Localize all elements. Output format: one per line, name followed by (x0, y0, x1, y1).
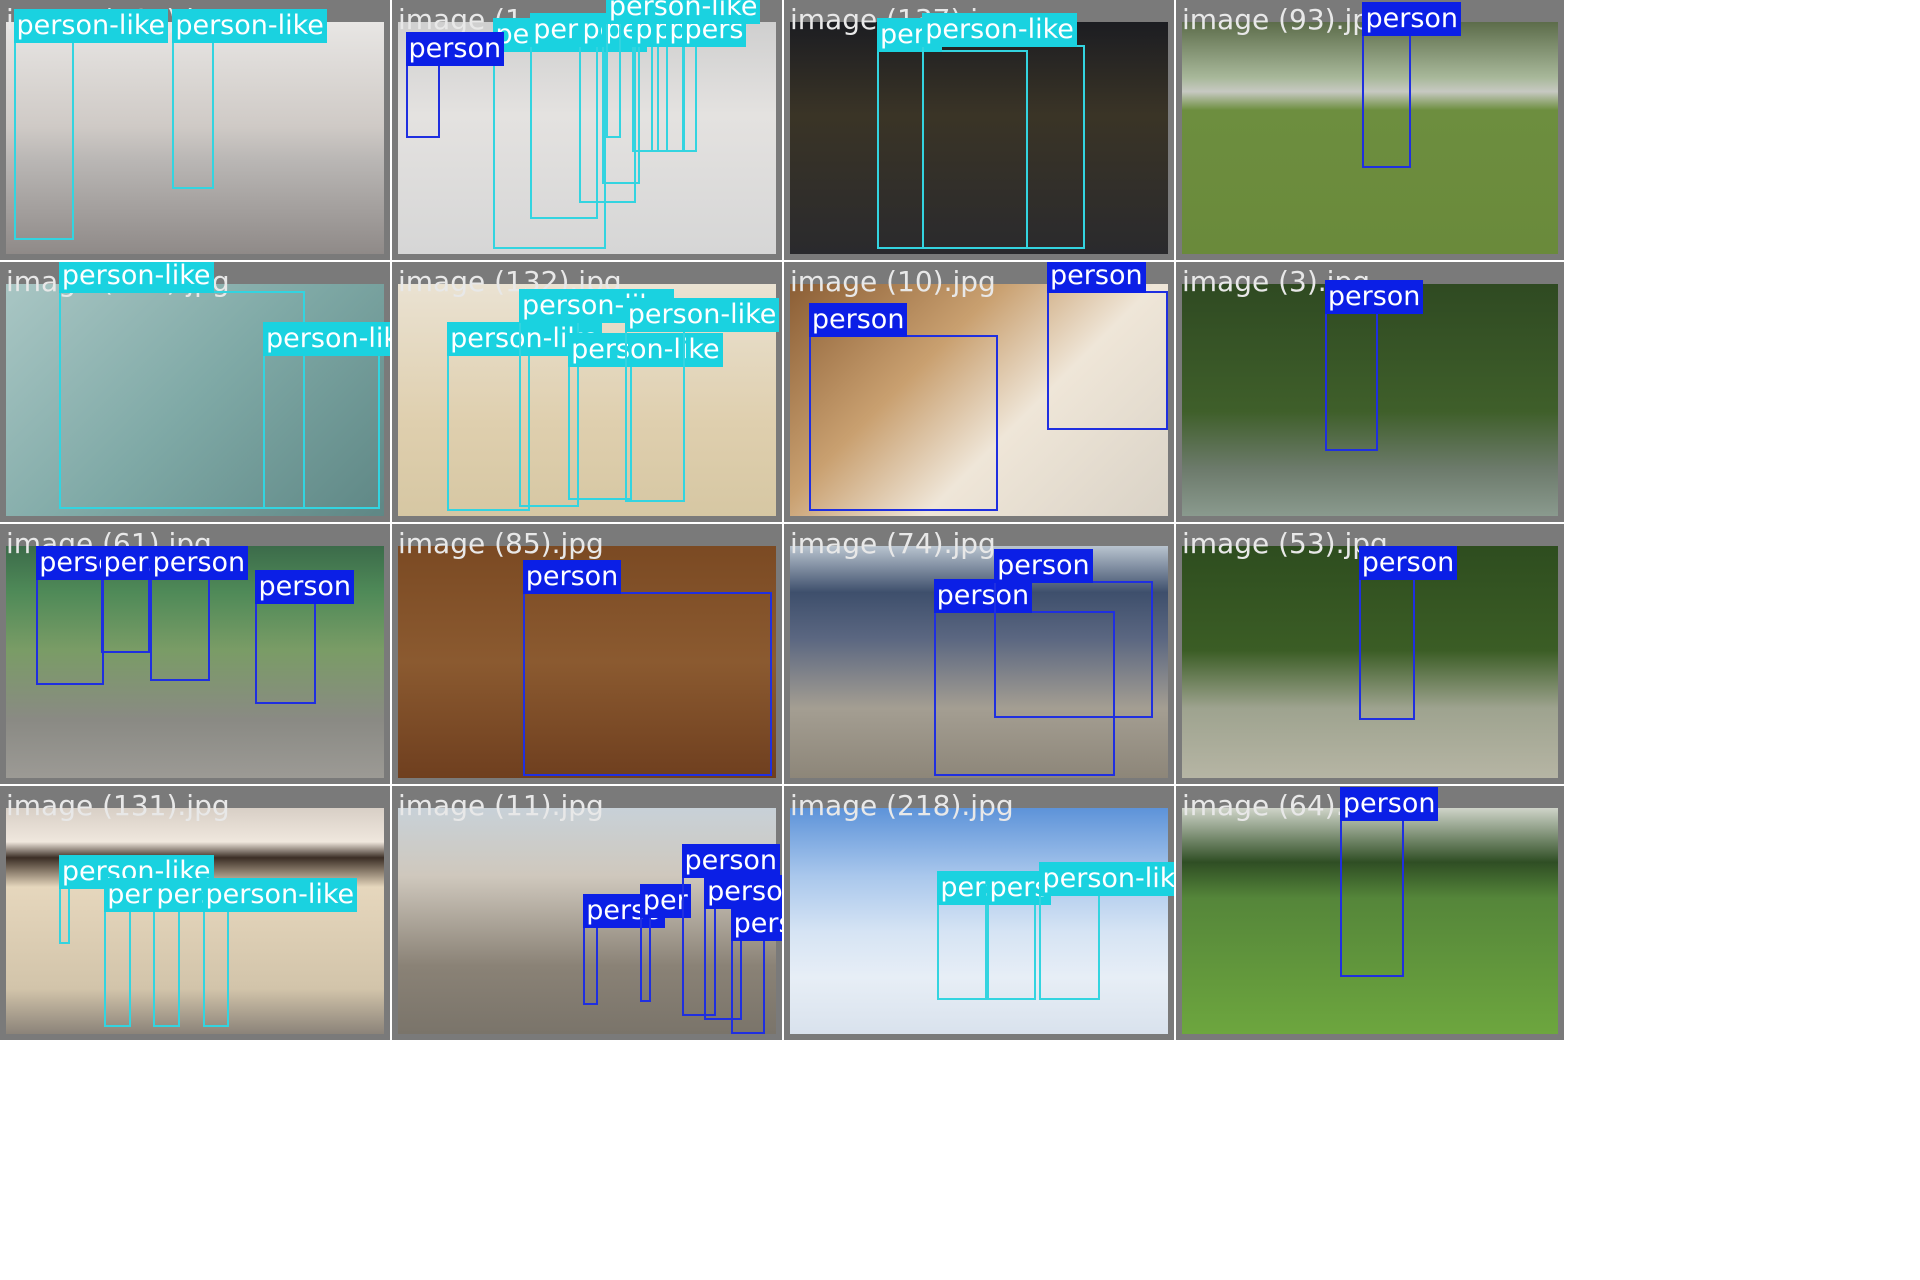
person-like-detection-box: pers (681, 13, 747, 152)
filename-label: image (11).jpg (398, 789, 604, 822)
detection-label: person (730, 907, 782, 942)
filename-label: image (93).jpg (1182, 3, 1388, 36)
grid-tile: image (113).jpgperson-likeperson-like (0, 262, 390, 522)
grid-tile: image (1person-likeperson-likepersoperso… (392, 0, 782, 260)
grid-tile: image (164).jpgperson-likeperson-like (0, 0, 390, 260)
grid-tile: image (132).jpg person-like person-like per… (392, 262, 782, 522)
detection-label: person-like (58, 262, 214, 293)
person-like-detection-box: person-like (568, 333, 723, 500)
person-detection-box: person (1362, 1, 1462, 169)
detection-label: person (1358, 546, 1458, 581)
detection-label: person (808, 303, 908, 338)
filename-label: image (74).jpg (790, 527, 996, 560)
detection-label: person (1339, 787, 1439, 822)
detection-label: person-like (624, 298, 780, 333)
grid-tile: image (137).jpgpersperson-like (784, 0, 1174, 260)
person-detection-box: person (522, 560, 773, 776)
filename-label: image (85).jpg (398, 527, 604, 560)
detection-label: person (255, 569, 355, 604)
detection-label: person-like (1039, 861, 1174, 896)
detection-label: person (522, 560, 622, 595)
person-like-detection-box: person-like (447, 321, 602, 512)
person-like-detection-box: person-like (202, 877, 358, 1028)
person-like-detection-box: person-like (153, 877, 308, 1028)
detection-label: person-like (202, 877, 358, 912)
person-detection-box: person (255, 569, 355, 704)
person-like-detection-box: person-like (624, 298, 780, 503)
grid-tile: image (64).jpg person (1176, 786, 1564, 1040)
person-like-detection-box: person-like (922, 13, 1085, 250)
grid-tile: image (93).jpg person (1176, 0, 1564, 260)
person-like-detection-box: pers (986, 870, 1052, 1001)
filename-label: image (53).jpg (1182, 527, 1388, 560)
person-detection-box: person (1324, 279, 1424, 452)
person-detection-box: person (1339, 787, 1439, 978)
detection-label: person (704, 875, 782, 910)
person-detection-box: person (994, 548, 1153, 718)
detection-label: person-like (605, 0, 761, 24)
detection-label: person (1362, 1, 1462, 36)
filename-label: image (10).jpg (790, 265, 996, 298)
person-detection-box: person (405, 31, 505, 138)
detection-label: person-like (172, 8, 327, 43)
person-like-detection-box: person-like (1039, 861, 1174, 1001)
image-grid: image (164).jpgperson-likeperson-likeima… (0, 0, 1920, 1280)
detection-label: person-like (13, 8, 169, 43)
filename-label: image (131).jpg (6, 789, 230, 822)
grid-tile: image (3).jpg person (1176, 262, 1564, 522)
person-like-detection-box: person-like (58, 855, 214, 944)
person-detection-box: per (639, 884, 691, 1003)
grid-tile: image (85).jpg person (392, 524, 782, 784)
person-detection-box: perso (583, 893, 665, 1005)
person-like-detection-box: person-like (104, 877, 259, 1028)
person-like-detection-box: person-like (605, 0, 761, 138)
detection-label: person (994, 548, 1093, 583)
person-like-detection-box: person-like (263, 321, 390, 510)
person-like-detection-box: pers (937, 870, 1003, 1001)
grid-tile: image (74).jpg person person (784, 524, 1174, 784)
detection-label: person (1047, 262, 1146, 293)
grid-tile: image (53).jpg person (1176, 524, 1564, 784)
person-like-detection-box: person-like (172, 8, 327, 190)
grid-tile: image (10).jpg person person (784, 262, 1174, 522)
grid-tile: image (218).jpgperspersperson-like (784, 786, 1174, 1040)
person-detection-box: person (1047, 262, 1168, 431)
detection-label: person (1324, 279, 1424, 314)
detection-label: person-like (263, 321, 390, 356)
grid-tile: image (61).jpgpersonpersonpersonperson (0, 524, 390, 784)
person-detection-box: person (149, 546, 249, 681)
detection-label: person-like (922, 13, 1077, 48)
detection-label: person (681, 843, 781, 878)
detection-label: person (149, 546, 249, 581)
grid-tile: image (11).jpgpersoperpersonpersonperson (392, 786, 782, 1040)
person-detection-box: person (730, 907, 782, 1034)
person-like-detection-box: person-like (13, 8, 169, 241)
person-detection-box: person (808, 303, 998, 512)
grid-tile: image (131).jpg person-likeperson-likeper… (0, 786, 390, 1040)
detection-label: person (405, 31, 505, 66)
person-detection-box: person (100, 546, 200, 653)
person-detection-box: person (1358, 546, 1458, 720)
filename-label: image (218).jpg (790, 789, 1014, 822)
person-detection-box: person (36, 546, 135, 686)
